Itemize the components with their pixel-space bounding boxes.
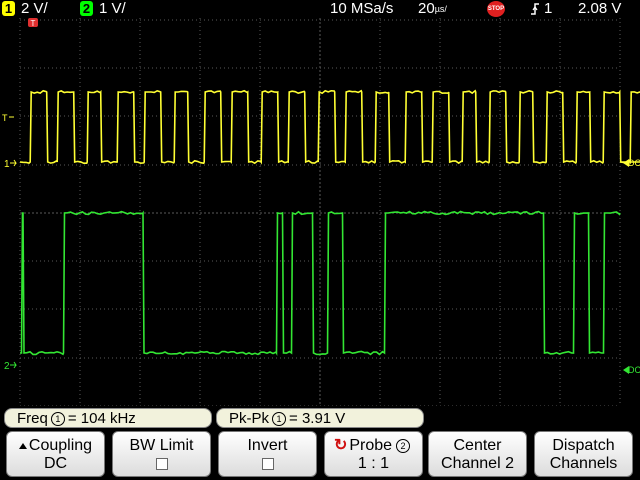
freq-value: = 104 kHz — [68, 410, 136, 427]
sample-rate: 10 MSa/s — [330, 0, 393, 18]
invert-checkbox[interactable] — [262, 458, 274, 470]
freq-measurement[interactable]: Freq 1 = 104 kHz — [4, 408, 212, 428]
freq-channel-badge: 1 — [51, 412, 65, 426]
freq-label: Freq — [17, 410, 48, 427]
center-channel-label: Channel 2 — [429, 455, 526, 473]
trigger-level-label: T — [2, 113, 8, 123]
dispatch-channels-label: Channels — [535, 455, 632, 473]
pkpk-label: Pk-Pk — [229, 410, 269, 427]
ch2-coupling-label: DC — [628, 365, 640, 375]
timebase-value: 20 — [418, 0, 435, 17]
coupling-value: DC — [7, 455, 104, 473]
probe-softkey[interactable]: ↻ Probe 2 1 : 1 — [324, 431, 423, 477]
probe-label: Probe — [349, 437, 392, 454]
stop-icon[interactable]: STOP — [487, 1, 505, 17]
trigger-source[interactable]: 1 — [530, 0, 552, 18]
ch2-number-badge: 2 — [80, 1, 93, 16]
center-channel-softkey[interactable]: Center Channel 2 — [428, 431, 527, 477]
ch2-scale-text: 1 V/ — [99, 0, 126, 17]
timebase-unit: µs/ — [435, 4, 447, 14]
center-label: Center — [429, 437, 526, 455]
measurement-bar: Freq 1 = 104 kHz Pk-Pk 1 = 3.91 V — [0, 406, 640, 428]
trigger-level: 2.08 V — [578, 0, 621, 18]
pkpk-value: = 3.91 V — [289, 410, 345, 427]
dispatch-label: Dispatch — [535, 437, 632, 455]
bw-limit-label: BW Limit — [113, 437, 210, 455]
status-bar: 1 2 V/ 2 1 V/ 10 MSa/s 20µs/ STOP 1 2.08 V — [0, 0, 640, 18]
cycle-icon: ↻ — [334, 437, 347, 454]
trigger-position-label: T — [31, 19, 36, 28]
coupling-label: Coupling — [29, 437, 92, 454]
trigger-position-marker[interactable]: T — [28, 18, 38, 28]
softkey-bar: Coupling DC BW Limit Invert ↻ Probe 2 1 : … — [0, 428, 640, 480]
pkpk-measurement[interactable]: Pk-Pk 1 = 3.91 V — [216, 408, 424, 428]
ch1-scale-text: 2 V/ — [21, 0, 48, 17]
timebase[interactable]: 20µs/ — [418, 0, 447, 18]
probe-ratio: 1 : 1 — [325, 455, 422, 473]
ch1-ground-label: 1 — [4, 159, 10, 170]
rising-edge-icon — [530, 2, 540, 16]
ch2-ground-label: 2 — [4, 361, 10, 372]
ch1-number-badge: 1 — [2, 1, 15, 16]
bw-limit-softkey[interactable]: BW Limit — [112, 431, 211, 477]
invert-label: Invert — [219, 437, 316, 455]
arrow-up-icon — [19, 443, 27, 449]
waveform-display[interactable]: T T 1 2 DC DC — [0, 18, 640, 406]
trigger-source-text: 1 — [544, 0, 552, 17]
pkpk-channel-badge: 1 — [272, 412, 286, 426]
bw-limit-checkbox[interactable] — [156, 458, 168, 470]
invert-softkey[interactable]: Invert — [218, 431, 317, 477]
ch1-scale[interactable]: 1 2 V/ — [2, 0, 48, 18]
dispatch-channels-softkey[interactable]: Dispatch Channels — [534, 431, 633, 477]
ch2-scale[interactable]: 2 1 V/ — [80, 0, 126, 18]
ch1-coupling-label: DC — [628, 158, 640, 168]
coupling-softkey[interactable]: Coupling DC — [6, 431, 105, 477]
probe-channel-badge: 2 — [396, 439, 410, 453]
